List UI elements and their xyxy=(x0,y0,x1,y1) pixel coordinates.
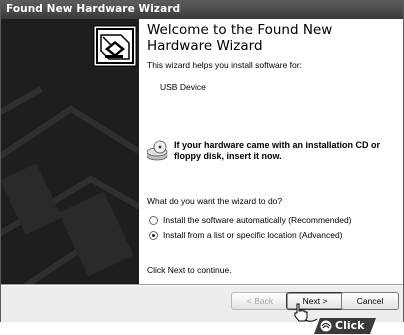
side-panel-graphic xyxy=(1,25,139,284)
click-annotation: Click xyxy=(314,318,376,334)
option-install-from-list[interactable]: Install from a list or specific location… xyxy=(149,230,399,242)
continue-hint: Click Next to continue. xyxy=(147,265,232,275)
radio-button[interactable] xyxy=(149,216,158,225)
question-text: What do you want the wizard to do? xyxy=(147,196,283,206)
cd-drive-icon xyxy=(147,140,168,161)
cd-notice: If your hardware came with an installati… xyxy=(147,140,397,164)
wizard-side-panel xyxy=(1,19,139,284)
option-install-automatically[interactable]: Install the software automatically (Reco… xyxy=(149,215,399,227)
window-title: Found New Hardware Wizard xyxy=(6,3,181,15)
wizard-content: Welcome to the Found New Hardware Wizard… xyxy=(139,19,403,284)
wizard-window: Found New Hardware Wizard Welcome to the… xyxy=(0,0,404,322)
cancel-button[interactable]: Cancel xyxy=(341,292,399,310)
cd-notice-text: If your hardware came with an installati… xyxy=(174,140,381,161)
option-label: Install the software automatically (Reco… xyxy=(163,215,352,225)
hardware-card-icon xyxy=(93,25,137,67)
intro-text: This wizard helps you install software f… xyxy=(147,60,302,70)
page-title: Welcome to the Found New Hardware Wizard xyxy=(147,22,333,54)
option-label: Install from a list or specific location… xyxy=(163,230,343,240)
title-bar[interactable]: Found New Hardware Wizard xyxy=(1,1,403,19)
back-button[interactable]: < Back xyxy=(231,292,289,310)
button-bar: < Back Next > Cancel xyxy=(1,286,403,322)
device-name: USB Device xyxy=(160,82,206,92)
radio-button-selected[interactable] xyxy=(149,231,158,240)
click-label: Click xyxy=(335,319,365,332)
